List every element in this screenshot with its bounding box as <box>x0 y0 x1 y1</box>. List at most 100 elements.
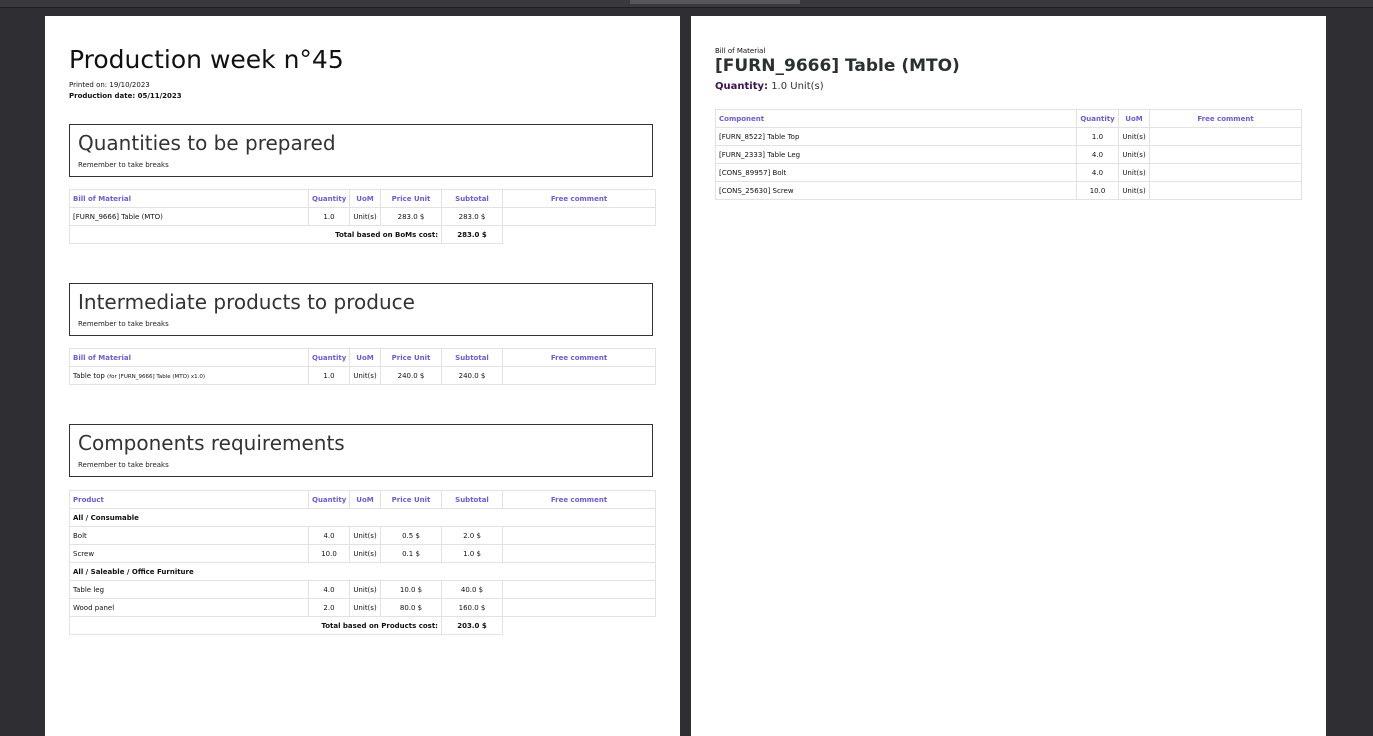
uom: Unit(s) <box>349 598 381 617</box>
free-comment <box>1149 145 1302 164</box>
price-unit: 80.0 $ <box>380 598 442 617</box>
free-comment <box>502 598 656 617</box>
quantity: 10.0 <box>1076 181 1119 200</box>
subtotal: 283.0 $ <box>441 207 503 226</box>
subtotal: 240.0 $ <box>441 366 503 385</box>
total-label: Total based on BoMs cost: <box>69 225 442 244</box>
quantity: 4.0 <box>1076 163 1119 182</box>
component-name: [FURN_2333] Table Leg <box>715 145 1077 164</box>
product-name: Screw <box>69 544 309 563</box>
uom: Unit(s) <box>349 207 381 226</box>
product-name: Bolt <box>69 526 309 545</box>
section-note: Remember to take breaks <box>78 161 169 169</box>
table-row: [FURN_9666] Table (MTO) 1.0 Unit(s) 283.… <box>69 207 656 226</box>
quantity-label: Quantity: <box>715 81 768 92</box>
free-comment <box>502 207 656 226</box>
table-row: Table top (for [FURN_9666] Table (MTO) x… <box>69 366 656 385</box>
total-row: Total based on BoMs cost: 283.0 $ <box>69 225 656 244</box>
col-header: Bill of Material <box>69 348 309 367</box>
subtotal: 2.0 $ <box>441 526 503 545</box>
price-unit: 0.5 $ <box>380 526 442 545</box>
uom: Unit(s) <box>1118 145 1150 164</box>
quantity: 4.0 <box>1076 145 1119 164</box>
total-value: 283.0 $ <box>441 225 503 244</box>
price-unit: 10.0 $ <box>380 580 442 599</box>
table-row: Bolt 4.0 Unit(s) 0.5 $ 2.0 $ <box>69 526 656 545</box>
col-header: UoM <box>349 490 381 509</box>
quantity-value: 1.0 Unit(s) <box>771 81 824 92</box>
col-header: Price Unit <box>380 348 442 367</box>
quantity: 1.0 <box>1076 127 1119 146</box>
bom-quantity: Quantity: 1.0 Unit(s) <box>715 81 824 92</box>
col-header: Subtotal <box>441 348 503 367</box>
free-comment <box>502 526 656 545</box>
printed-on-text: Printed on: 19/10/2023 <box>69 81 150 89</box>
product-origin: (for [FURN_9666] Table (MTO) x1.0) <box>107 373 206 380</box>
subtotal: 1.0 $ <box>441 544 503 563</box>
bom-kicker: Bill of Material <box>715 47 766 55</box>
bom-name: Table top (for [FURN_9666] Table (MTO) x… <box>69 366 309 385</box>
quantity: 2.0 <box>308 598 350 617</box>
page-title: Production week n°45 <box>69 45 344 74</box>
quantity: 10.0 <box>308 544 350 563</box>
table-row: [FURN_8522] Table Top 1.0 Unit(s) <box>715 127 1302 146</box>
quantity: 1.0 <box>308 207 350 226</box>
table-row: [FURN_2333] Table Leg 4.0 Unit(s) <box>715 145 1302 164</box>
bom-name: [FURN_9666] Table (MTO) <box>69 207 309 226</box>
table-header-row: Component Quantity UoM Free comment <box>715 109 1302 128</box>
category-label: All / Saleable / Office Furniture <box>69 562 656 581</box>
component-name: [CONS_25630] Screw <box>715 181 1077 200</box>
subtotal: 40.0 $ <box>441 580 503 599</box>
quantities-table: Bill of Material Quantity UoM Price Unit… <box>69 189 656 244</box>
section-heading: Quantities to be prepared <box>78 131 336 155</box>
total-row: Total based on Products cost: 203.0 $ <box>69 616 656 635</box>
free-comment <box>1149 127 1302 146</box>
total-spacer <box>503 226 656 244</box>
production-date-text: Production date: 05/11/2023 <box>69 92 182 100</box>
quantity: 4.0 <box>308 526 350 545</box>
quantity: 1.0 <box>308 366 350 385</box>
col-header: UoM <box>1118 109 1150 128</box>
component-name: [CONS_89957] Bolt <box>715 163 1077 182</box>
table-row: [CONS_25630] Screw 10.0 Unit(s) <box>715 181 1302 200</box>
col-header: Price Unit <box>380 189 442 208</box>
price-unit: 0.1 $ <box>380 544 442 563</box>
uom: Unit(s) <box>349 366 381 385</box>
uom: Unit(s) <box>349 580 381 599</box>
uom: Unit(s) <box>349 526 381 545</box>
table-row: [CONS_89957] Bolt 4.0 Unit(s) <box>715 163 1302 182</box>
free-comment <box>502 544 656 563</box>
section-intermediate-header: Intermediate products to produce Remembe… <box>69 283 653 336</box>
quantity: 4.0 <box>308 580 350 599</box>
component-name: [FURN_8522] Table Top <box>715 127 1077 146</box>
subtotal: 160.0 $ <box>441 598 503 617</box>
total-value: 203.0 $ <box>441 616 503 635</box>
col-header: Free comment <box>1149 109 1302 128</box>
col-header: Price Unit <box>380 490 442 509</box>
uom: Unit(s) <box>1118 127 1150 146</box>
section-note: Remember to take breaks <box>78 461 169 469</box>
col-header: Free comment <box>502 189 656 208</box>
product-name: Wood panel <box>69 598 309 617</box>
report-page-2: Bill of Material [FURN_9666] Table (MTO)… <box>691 16 1326 736</box>
uom: Unit(s) <box>1118 163 1150 182</box>
category-row: All / Saleable / Office Furniture <box>69 562 656 581</box>
free-comment <box>502 580 656 599</box>
col-header: Quantity <box>1076 109 1119 128</box>
col-header: Subtotal <box>441 490 503 509</box>
col-header: Subtotal <box>441 189 503 208</box>
bom-title: [FURN_9666] Table (MTO) <box>715 56 960 76</box>
category-label: All / Consumable <box>69 508 656 527</box>
free-comment <box>1149 163 1302 182</box>
col-header: Quantity <box>308 348 350 367</box>
total-spacer <box>503 617 656 635</box>
intermediate-table: Bill of Material Quantity UoM Price Unit… <box>69 348 656 385</box>
uom: Unit(s) <box>1118 181 1150 200</box>
viewer-tab[interactable] <box>630 0 800 4</box>
product-name: Table leg <box>69 580 309 599</box>
table-header-row: Product Quantity UoM Price Unit Subtotal… <box>69 490 656 509</box>
total-label: Total based on Products cost: <box>69 616 442 635</box>
report-page-1: Production week n°45 Printed on: 19/10/2… <box>45 16 680 736</box>
components-table: Product Quantity UoM Price Unit Subtotal… <box>69 490 656 635</box>
table-row: Screw 10.0 Unit(s) 0.1 $ 1.0 $ <box>69 544 656 563</box>
